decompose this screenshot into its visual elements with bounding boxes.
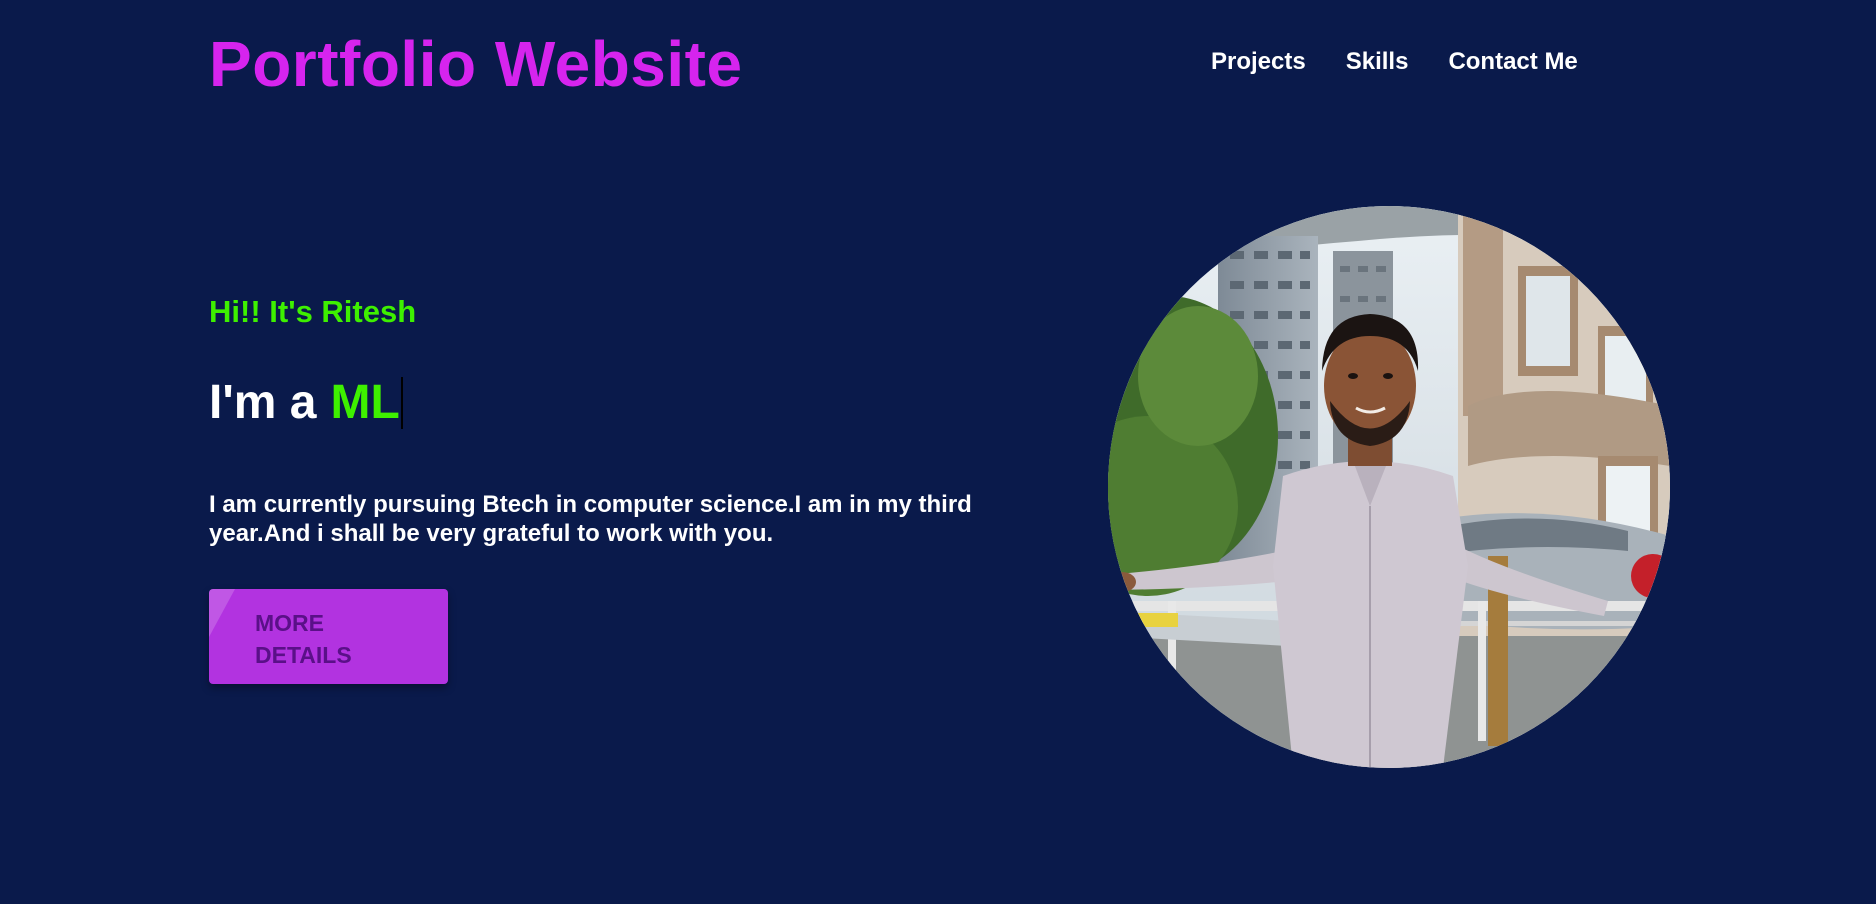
profile-photo	[1108, 206, 1670, 768]
main-nav: Projects Skills Contact Me	[1211, 46, 1578, 78]
site-brand: Portfolio Website	[209, 28, 743, 100]
nav-link-contact[interactable]: Contact Me	[1448, 46, 1577, 78]
nav-link-projects[interactable]: Projects	[1211, 46, 1306, 78]
hero-role-line: I'm a ML	[209, 374, 403, 432]
role-prefix: I'm a	[209, 376, 317, 429]
hero-greeting: Hi!! It's Ritesh	[209, 294, 417, 329]
hero-intro-text: I am currently pursuing Btech in compute…	[209, 491, 972, 547]
profile-photo-illustration	[1108, 206, 1670, 768]
nav-link-skills[interactable]: Skills	[1346, 46, 1409, 78]
more-details-button[interactable]: MORE DETAILS	[209, 589, 448, 684]
typing-cursor	[400, 377, 403, 429]
typed-role-text: ML	[330, 376, 400, 429]
page: Portfolio Website Projects Skills Contac…	[0, 0, 1876, 904]
more-details-label: MORE DETAILS	[255, 610, 352, 668]
